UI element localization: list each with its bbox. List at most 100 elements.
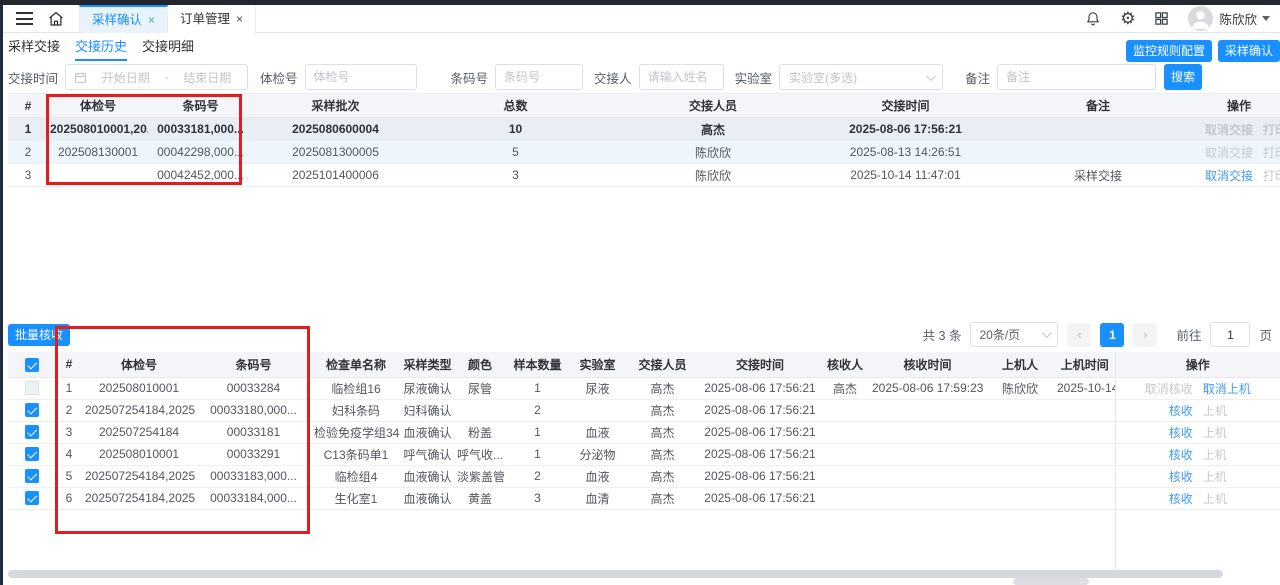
search-button[interactable]: 搜索 (1164, 64, 1202, 90)
date-range-picker[interactable]: 开始日期 - 结束日期 (65, 64, 248, 90)
nav-sampling-handover[interactable]: 采样交接 (8, 34, 60, 61)
cell-name: 生化室1 (312, 487, 400, 509)
batch-receive-button[interactable]: 批量核收 (8, 324, 70, 346)
goto-label: 前往 (1176, 325, 1201, 344)
row-checkbox[interactable] (25, 381, 39, 395)
print-link: 打印 (1263, 146, 1280, 160)
cell-barcode: 00033284 (195, 377, 312, 399)
cell-color (455, 399, 505, 421)
cell-idx: 3 (55, 421, 83, 443)
row-checkbox[interactable] (25, 491, 39, 505)
row-checkbox[interactable] (25, 469, 39, 483)
barcode-input[interactable] (495, 64, 583, 90)
nav-handover-history[interactable]: 交接历史 (75, 34, 127, 61)
bell-icon[interactable] (1085, 10, 1101, 27)
column-header: 体检号 (83, 352, 195, 377)
cell-receiver (820, 421, 870, 443)
onboard-action-link: 上机 (1203, 404, 1227, 418)
cell-exam (48, 164, 148, 187)
cancel-handover-link[interactable]: 取消交接 (1205, 169, 1253, 183)
cell-person: 高杰 (625, 465, 700, 487)
goto-page-input[interactable] (1210, 322, 1250, 347)
cell-actions: 核收上机 (1115, 399, 1280, 421)
window-horizontal-scrollbar[interactable] (1013, 578, 1089, 585)
handover-person-input[interactable] (639, 64, 724, 90)
receive-action-link[interactable]: 核收 (1169, 404, 1193, 418)
cell-total: 10 (418, 118, 613, 141)
cell-operator (985, 399, 1055, 421)
nav-handover-detail[interactable]: 交接明细 (142, 34, 194, 61)
user-name: 陈欣欣 (1219, 9, 1257, 28)
cell-lab: 血液 (570, 421, 625, 443)
page-unit-label: 页 (1259, 325, 1272, 344)
cell-time: 2025-08-06 17:56:21 (700, 377, 820, 399)
tab-sampling-confirm[interactable]: 采样确认 × (79, 5, 168, 33)
cell-person: 高杰 (625, 399, 700, 421)
cell-lab: 血清 (570, 487, 625, 509)
cell-select (8, 377, 55, 399)
cell-batch: 2025080600004 (253, 118, 418, 141)
tab-order-management[interactable]: 订单管理 × (168, 5, 256, 33)
onboard-action-link[interactable]: 取消上机 (1203, 382, 1251, 396)
apps-grid-icon[interactable] (1154, 11, 1169, 26)
select-all-header (8, 352, 55, 377)
end-date-placeholder: 结束日期 (176, 69, 240, 86)
table-row: 300042452,000...20251014000063陈欣欣2025-10… (8, 164, 1280, 187)
row-checkbox[interactable] (25, 447, 39, 461)
cell-qty: 1 (505, 443, 570, 465)
table-row: 420250801000100033291C13条码单1呼气确认呼气收...1分… (8, 443, 1280, 465)
monitor-rules-button[interactable]: 监控规则配置 (1126, 40, 1212, 62)
page-size-select[interactable]: 20条/页 (970, 322, 1058, 347)
gear-icon[interactable]: ⚙ (1120, 10, 1135, 27)
cell-operate_time (1055, 443, 1115, 465)
cell-operate_time (1055, 421, 1115, 443)
cell-select (8, 399, 55, 421)
cell-time: 2025-08-06 17:56:21 (700, 465, 820, 487)
cell-person: 高杰 (625, 377, 700, 399)
cell-receiver (820, 399, 870, 421)
cell-receive_time (870, 421, 985, 443)
horizontal-scrollbar[interactable] (8, 570, 1223, 578)
close-icon[interactable]: × (236, 6, 243, 32)
exam-no-input[interactable] (305, 64, 417, 90)
column-header: 条码号 (195, 352, 312, 377)
sampling-confirm-button[interactable]: 采样确认 (1218, 40, 1280, 62)
remark-input[interactable] (997, 64, 1156, 90)
row-checkbox[interactable] (25, 425, 39, 439)
chevron-down-icon (926, 71, 936, 81)
remark-label: 备注 (965, 68, 990, 87)
row-checkbox[interactable] (25, 403, 39, 417)
column-header: 采样类型 (400, 352, 455, 377)
receive-action-link[interactable]: 核收 (1169, 426, 1193, 440)
prev-page-button[interactable]: ‹ (1067, 323, 1091, 347)
chevron-down-icon (1042, 328, 1052, 338)
page-1-button[interactable]: 1 (1100, 323, 1124, 347)
cell-exam: 202507254184,2025... (83, 465, 195, 487)
lab-multiselect[interactable]: 实验室(多选) (779, 64, 943, 90)
cell-idx: 6 (55, 487, 83, 509)
receive-action-link: 取消核收 (1145, 382, 1193, 396)
page-tabs: 采样确认 × 订单管理 × (79, 5, 256, 33)
cell-exam: 202508010001 (83, 443, 195, 465)
cell-total: 3 (418, 164, 613, 187)
user-menu[interactable]: 陈欣欣 (1188, 6, 1270, 31)
cell-time: 2025-08-06 17:56:21 (813, 118, 998, 141)
cell-idx: 3 (8, 164, 48, 187)
select-all-checkbox[interactable] (25, 358, 39, 372)
menu-icon[interactable] (16, 12, 33, 25)
home-icon[interactable] (47, 10, 65, 28)
column-header: 操作 (1198, 94, 1280, 118)
receive-action-link[interactable]: 核收 (1169, 470, 1193, 484)
table-header-row: #体检号条码号采样批次总数交接人员交接时间备注操作 (8, 94, 1280, 118)
range-separator: - (165, 70, 169, 84)
receive-action-link[interactable]: 核收 (1169, 492, 1193, 506)
print-link: 打印 (1263, 123, 1280, 137)
next-page-button[interactable]: › (1133, 323, 1157, 347)
cell-receiver (820, 465, 870, 487)
close-icon[interactable]: × (148, 7, 155, 33)
receive-action-link[interactable]: 核收 (1169, 448, 1193, 462)
column-header: 样本数量 (505, 352, 570, 377)
cell-receive_time (870, 399, 985, 421)
cell-total: 5 (418, 141, 613, 164)
exam-no-label: 体检号 (260, 68, 298, 87)
